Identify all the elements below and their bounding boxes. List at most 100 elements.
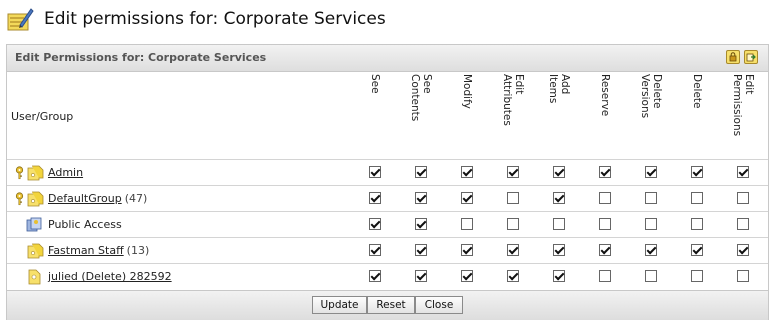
permission-checkbox[interactable] xyxy=(461,218,473,230)
perm-column-header-label: See Contents xyxy=(409,74,433,122)
group-icon xyxy=(27,243,44,258)
permission-checkbox[interactable] xyxy=(645,166,657,178)
permission-checkbox[interactable] xyxy=(507,218,519,230)
permission-checkbox[interactable] xyxy=(691,218,703,230)
permission-checkbox[interactable] xyxy=(461,270,473,282)
permission-checkbox[interactable] xyxy=(645,218,657,230)
perm-column-header: Edit Permissions xyxy=(731,74,771,154)
panel-footer: Update Reset Close xyxy=(7,290,768,320)
panel-header-title: Edit Permissions for: Corporate Services xyxy=(15,51,267,64)
permission-checkbox[interactable] xyxy=(415,192,427,204)
row-name-link[interactable]: Fastman Staff xyxy=(48,244,124,257)
row-count: (47) xyxy=(124,192,148,205)
row-name: Public Access xyxy=(48,218,122,231)
export-button[interactable] xyxy=(744,50,758,64)
perm-column-header-label: Modify xyxy=(461,74,473,109)
permission-checkbox[interactable] xyxy=(507,244,519,256)
permission-checkbox[interactable] xyxy=(737,270,749,282)
title-bar: Edit permissions for: Corporate Services xyxy=(0,0,776,40)
perm-column-header-label: Delete xyxy=(691,74,703,109)
permission-checkbox[interactable] xyxy=(369,192,381,204)
permission-checkbox[interactable] xyxy=(415,218,427,230)
perm-column-header-label: Add Items xyxy=(547,74,571,104)
permission-checkbox[interactable] xyxy=(507,192,519,204)
panel-header: Edit Permissions for: Corporate Services xyxy=(7,45,768,72)
permission-checkbox[interactable] xyxy=(645,270,657,282)
row-label: Public Access xyxy=(15,212,122,237)
permission-checkbox[interactable] xyxy=(415,166,427,178)
perm-column-header: See Contents xyxy=(409,74,449,154)
permission-checkbox[interactable] xyxy=(553,270,565,282)
group-icon xyxy=(27,191,44,206)
permission-checkbox[interactable] xyxy=(737,244,749,256)
permission-checkbox[interactable] xyxy=(691,166,703,178)
export-icon xyxy=(746,53,756,62)
lock-button[interactable] xyxy=(726,50,740,64)
row-label: Admin xyxy=(15,160,83,185)
permission-checkbox[interactable] xyxy=(599,166,611,178)
reset-button[interactable]: Reset xyxy=(367,296,415,314)
perm-column-header: Reserve xyxy=(599,74,639,154)
user-icon xyxy=(28,269,41,284)
update-button[interactable]: Update xyxy=(312,296,367,314)
usergroup-column-header: User/Group xyxy=(11,110,74,123)
row-name-link[interactable]: DefaultGroup xyxy=(48,192,122,205)
lock-icon xyxy=(729,52,737,62)
permission-checkbox[interactable] xyxy=(553,192,565,204)
permission-checkbox[interactable] xyxy=(691,244,703,256)
perm-column-header: Edit Attributes xyxy=(501,74,541,154)
permission-checkbox[interactable] xyxy=(599,270,611,282)
permission-checkbox[interactable] xyxy=(553,218,565,230)
key-icon xyxy=(15,165,24,179)
edit-permissions-icon xyxy=(7,8,34,31)
perm-column-header-label: Edit Attributes xyxy=(501,74,525,126)
permission-checkbox[interactable] xyxy=(369,270,381,282)
table-row: DefaultGroup (47) xyxy=(7,185,768,211)
key-icon xyxy=(15,191,24,205)
permission-checkbox[interactable] xyxy=(507,270,519,282)
perm-column-header: See xyxy=(369,74,409,154)
public-access-icon xyxy=(26,217,42,231)
permission-checkbox[interactable] xyxy=(369,244,381,256)
page-title: Edit permissions for: Corporate Services xyxy=(44,9,386,29)
row-label: DefaultGroup (47) xyxy=(15,186,147,211)
row-name-link[interactable]: julied (Delete) 282592 xyxy=(48,270,172,283)
permission-checkbox[interactable] xyxy=(599,244,611,256)
permission-checkbox[interactable] xyxy=(553,166,565,178)
permission-checkbox[interactable] xyxy=(737,166,749,178)
perm-column-header: Delete Versions xyxy=(639,74,679,154)
row-count: (13) xyxy=(126,244,150,257)
permission-checkbox[interactable] xyxy=(461,166,473,178)
permission-checkbox[interactable] xyxy=(369,218,381,230)
permission-checkbox[interactable] xyxy=(645,192,657,204)
permission-checkbox[interactable] xyxy=(461,192,473,204)
permission-checkbox[interactable] xyxy=(553,244,565,256)
row-name-link[interactable]: Admin xyxy=(48,166,83,179)
permission-checkbox[interactable] xyxy=(415,244,427,256)
permission-checkbox[interactable] xyxy=(645,244,657,256)
table-row: julied (Delete) 282592 xyxy=(7,263,768,289)
column-header-row: User/Group See See Contents Modify Edit Att… xyxy=(7,72,768,158)
close-button[interactable]: Close xyxy=(415,296,463,314)
permission-checkbox[interactable] xyxy=(737,218,749,230)
perm-column-header: Modify xyxy=(461,74,501,154)
table-row: Public Access xyxy=(7,211,768,237)
perm-column-header: Delete xyxy=(691,74,731,154)
permission-checkbox[interactable] xyxy=(691,192,703,204)
table-row: Fastman Staff (13) xyxy=(7,237,768,263)
perm-column-header-label: Reserve xyxy=(599,74,611,117)
permission-checkbox[interactable] xyxy=(369,166,381,178)
permission-checkbox[interactable] xyxy=(415,270,427,282)
permission-checkbox[interactable] xyxy=(507,166,519,178)
permission-checkbox[interactable] xyxy=(461,244,473,256)
permissions-panel: Edit Permissions for: Corporate Services… xyxy=(6,44,769,320)
row-label: Fastman Staff (13) xyxy=(15,238,149,263)
row-label: julied (Delete) 282592 xyxy=(15,264,172,289)
user-group-icon xyxy=(27,165,44,180)
permission-checkbox[interactable] xyxy=(599,192,611,204)
perm-column-header-label: Delete Versions xyxy=(639,74,663,119)
table-row: Admin xyxy=(7,159,768,185)
permission-checkbox[interactable] xyxy=(737,192,749,204)
permission-checkbox[interactable] xyxy=(691,270,703,282)
permission-checkbox[interactable] xyxy=(599,218,611,230)
